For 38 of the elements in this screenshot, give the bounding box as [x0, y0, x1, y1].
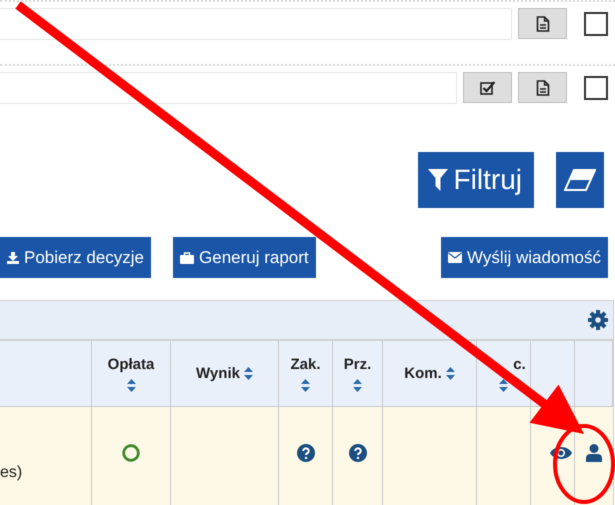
checklist-button[interactable]	[463, 72, 512, 103]
filter-icon	[428, 169, 448, 191]
eraser-icon	[564, 169, 596, 191]
document-icon	[536, 80, 550, 96]
checkbox[interactable]	[584, 12, 608, 36]
document-button[interactable]	[518, 72, 567, 103]
sort-icon[interactable]	[126, 378, 136, 392]
download-icon	[7, 252, 19, 264]
eraser-button[interactable]	[556, 152, 604, 208]
table-cell-text: es)	[0, 464, 22, 482]
text-field[interactable]	[0, 8, 512, 40]
document-button[interactable]	[518, 8, 567, 39]
settings-icon[interactable]	[588, 310, 608, 330]
checkbox-icon	[480, 80, 496, 95]
checkbox[interactable]	[584, 76, 608, 100]
column-header[interactable]: Prz.	[344, 356, 372, 372]
column-header[interactable]: Opłata	[108, 356, 154, 372]
text-field[interactable]	[0, 72, 457, 104]
column-header[interactable]: c.	[513, 356, 526, 372]
envelope-icon	[448, 252, 462, 263]
sort-icon[interactable]	[446, 367, 455, 380]
document-icon	[536, 16, 550, 32]
eye-icon[interactable]	[550, 446, 572, 460]
sort-icon[interactable]	[499, 378, 508, 392]
sort-icon[interactable]	[353, 378, 362, 392]
question-icon[interactable]	[348, 444, 366, 462]
sort-icon[interactable]	[244, 367, 253, 380]
filter-button[interactable]: Filtruj	[418, 152, 534, 208]
user-icon[interactable]	[586, 444, 602, 462]
action-button[interactable]: Pobierz decyzje	[0, 237, 152, 278]
question-icon[interactable]	[296, 444, 314, 462]
briefcase-icon	[180, 252, 194, 264]
column-header[interactable]: Wynik	[196, 365, 240, 382]
action-button[interactable]: Generuj raport	[173, 237, 316, 278]
column-header[interactable]: Kom.	[404, 365, 442, 382]
column-header[interactable]: Zak.	[290, 356, 320, 372]
action-button[interactable]: Wyślij wiadomość	[441, 237, 608, 278]
sort-icon[interactable]	[301, 378, 310, 392]
